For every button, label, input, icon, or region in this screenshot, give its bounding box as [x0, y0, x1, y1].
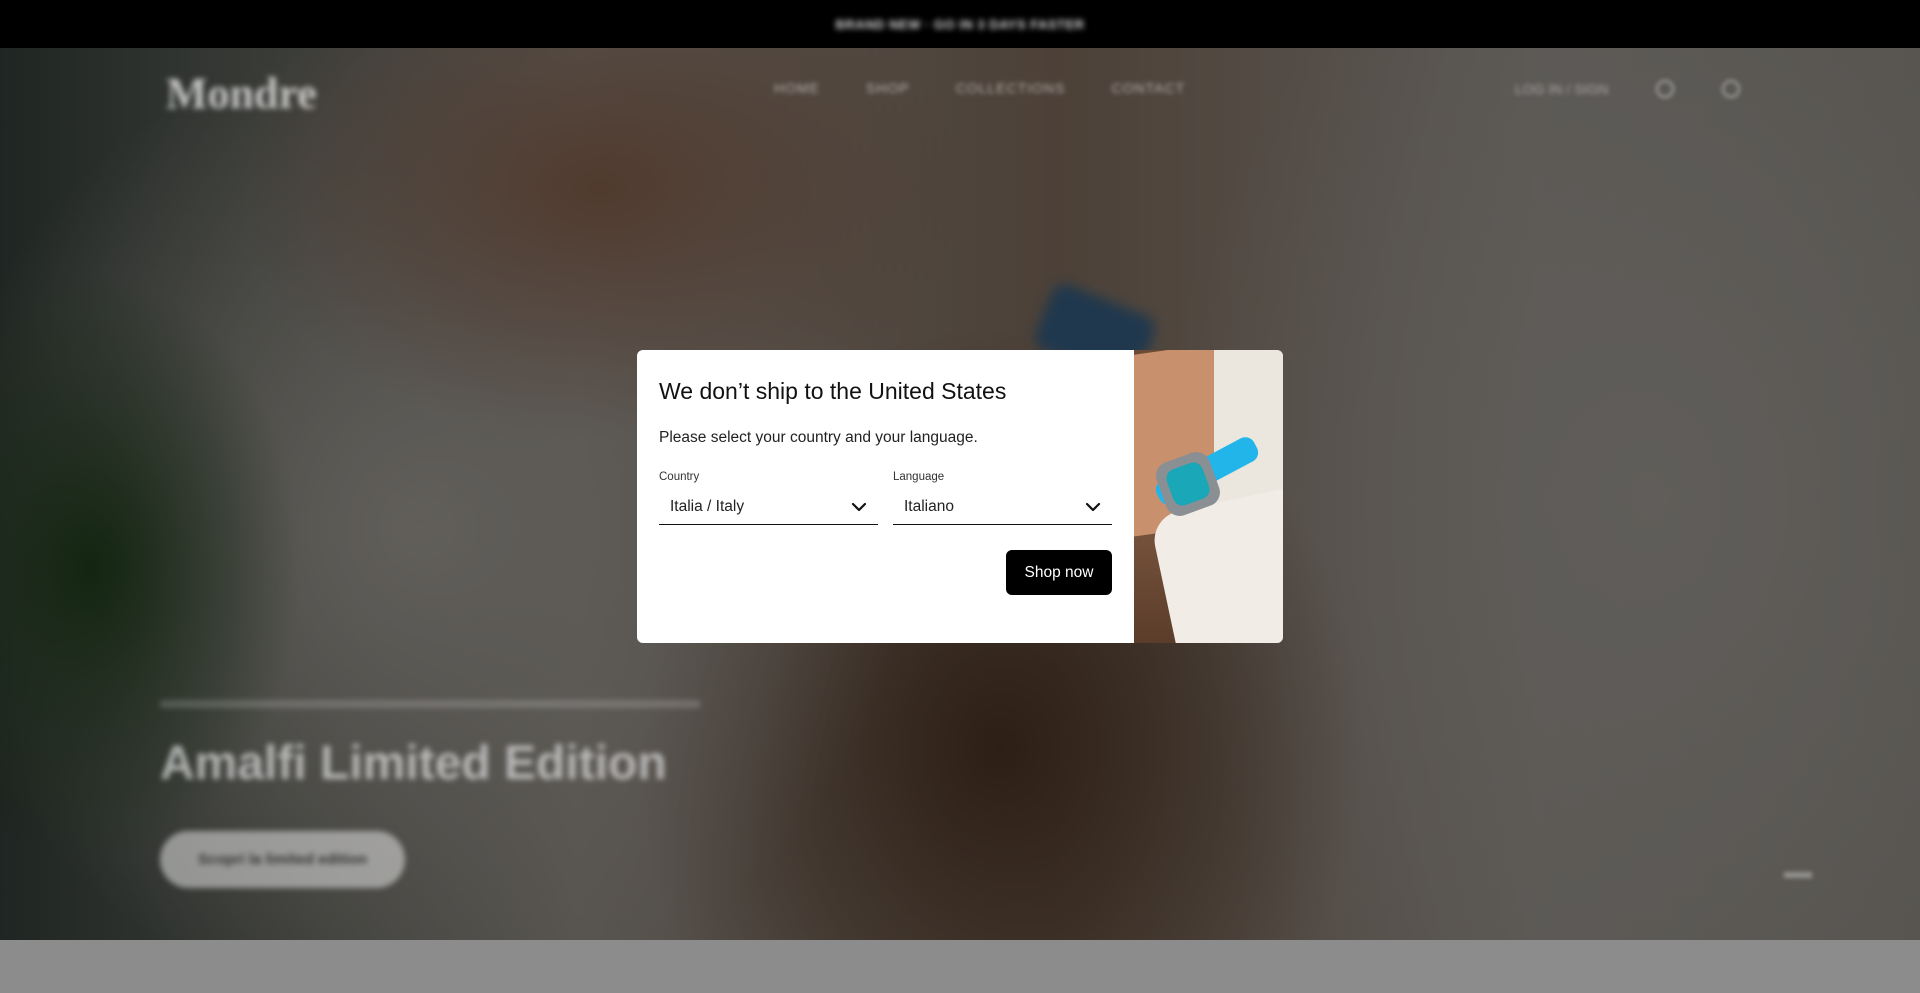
language-value: Italiano — [904, 497, 954, 515]
shipping-modal: We don’t ship to the United States Pleas… — [637, 350, 1283, 643]
hero-cta-button: Scopri la limited edition — [160, 831, 406, 888]
slider-indicator — [1784, 872, 1812, 878]
search-icon — [1656, 80, 1675, 98]
shop-now-button[interactable]: Shop now — [1006, 550, 1112, 595]
modal-subtitle: Please select your country and your lang… — [659, 429, 978, 446]
hero-content: Amalfi Limited Edition Scopri la limited… — [160, 700, 700, 888]
header-actions: LOG IN / SIGN — [1515, 80, 1741, 98]
locale-fields: Country Italia / Italy Language Italiano — [659, 471, 1112, 525]
chevron-down-icon — [1085, 502, 1101, 511]
nav-item-home: HOME — [774, 80, 820, 96]
chevron-down-icon — [851, 502, 867, 511]
country-select[interactable]: Italia / Italy — [659, 489, 878, 525]
page-bottom-strip — [0, 940, 1920, 993]
main-nav: HOME SHOP COLLECTIONS CONTACT — [774, 80, 1185, 96]
announcement-text: BRAND NEW · GO IN 3 DAYS FASTER — [835, 16, 1085, 32]
nav-item-contact: CONTACT — [1111, 80, 1186, 96]
modal-content: We don’t ship to the United States Pleas… — [637, 350, 1134, 643]
country-label: Country — [659, 471, 700, 483]
country-field: Country Italia / Italy — [659, 471, 878, 525]
nav-item-collections: COLLECTIONS — [955, 80, 1066, 96]
cart-icon — [1722, 80, 1741, 98]
watch-product-image — [1134, 350, 1283, 643]
account-link: LOG IN / SIGN — [1515, 81, 1609, 97]
hero-subtitle-line — [160, 700, 700, 708]
site-header: Mondre HOME SHOP COLLECTIONS CONTACT LOG… — [0, 48, 1920, 132]
language-field: Language Italiano — [893, 471, 1112, 525]
hero-title: Amalfi Limited Edition — [160, 737, 667, 790]
site-logo: Mondre — [166, 69, 317, 118]
modal-title: We don’t ship to the United States — [659, 378, 1007, 404]
language-select[interactable]: Italiano — [893, 489, 1112, 525]
country-value: Italia / Italy — [670, 497, 745, 515]
announcement-bar: BRAND NEW · GO IN 3 DAYS FASTER — [0, 0, 1920, 48]
nav-item-shop: SHOP — [866, 80, 910, 96]
language-label: Language — [893, 471, 945, 483]
